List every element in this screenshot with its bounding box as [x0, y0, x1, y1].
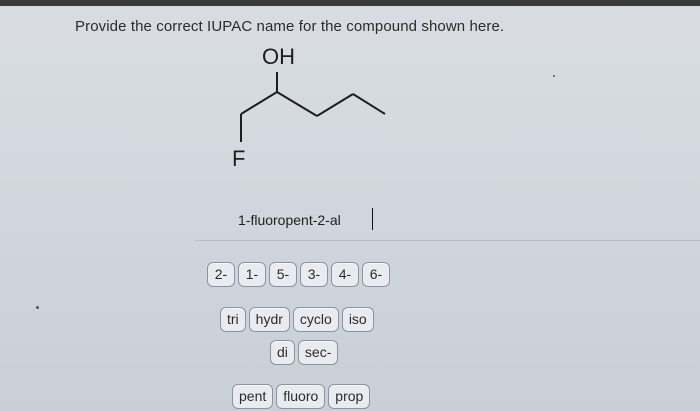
quiz-screen: Provide the correct IUPAC name for the c… [0, 0, 700, 411]
fluorine-label: F [232, 146, 245, 171]
bond-c4-c5 [352, 93, 386, 115]
tile-locant-6[interactable]: 6- [362, 262, 390, 287]
tile-tri[interactable]: tri [220, 307, 246, 332]
bond-c3-c4 [316, 93, 354, 117]
screen-bezel [0, 0, 700, 6]
tile-sec[interactable]: sec- [297, 340, 339, 365]
screen-dust-speck [36, 306, 39, 309]
tile-iso[interactable]: iso [341, 307, 374, 332]
root-tile-row: pent fluoro prop [232, 384, 371, 409]
tile-locant-5[interactable]: 5- [269, 262, 297, 287]
answer-input[interactable] [238, 207, 378, 233]
tile-pent[interactable]: pent [232, 384, 274, 409]
molecule-structure: OH F [232, 44, 386, 171]
screen-dust-speck [553, 75, 555, 77]
tile-di[interactable]: di [270, 340, 295, 365]
tile-locant-3[interactable]: 3- [300, 262, 328, 287]
question-prompt: Provide the correct IUPAC name for the c… [75, 18, 505, 35]
tile-cyclo[interactable]: cyclo [292, 307, 339, 332]
locant-tile-row: 2- 1- 5- 3- 4- 6- [207, 262, 390, 287]
bond-c2-c3 [276, 91, 318, 117]
multiplier-tile-row: di sec- [270, 340, 339, 365]
tile-fluoro[interactable]: fluoro [276, 384, 326, 409]
prefix-tile-row: tri hydr cyclo iso [220, 307, 374, 332]
bond-c1-c2 [240, 91, 278, 115]
hydroxyl-label: OH [262, 44, 295, 69]
tile-locant-1[interactable]: 1- [238, 262, 266, 287]
tile-locant-2[interactable]: 2- [207, 262, 235, 287]
tile-prop[interactable]: prop [328, 384, 371, 409]
answer-divider [195, 240, 700, 241]
tile-locant-4[interactable]: 4- [331, 262, 359, 287]
tile-hydr[interactable]: hydr [248, 307, 290, 332]
text-caret [372, 208, 373, 230]
